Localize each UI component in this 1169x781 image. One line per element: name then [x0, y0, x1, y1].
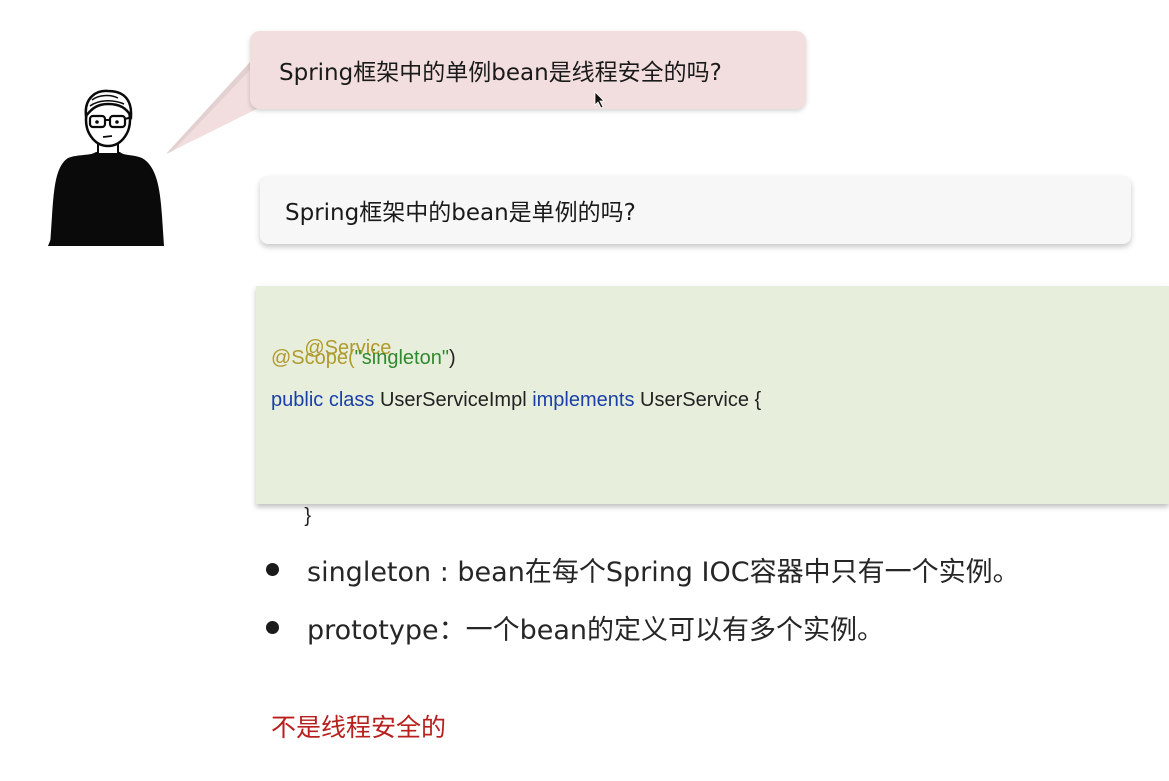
bullet-prototype-text: prototype：一个bean的定义可以有多个实例。: [307, 614, 884, 646]
code-class-name: UserServiceImpl: [374, 389, 533, 411]
mouse-pointer-icon: [594, 91, 605, 109]
bullet-dot-icon: [266, 620, 279, 634]
question-text: Spring框架中的单例bean是线程安全的吗?: [279, 60, 722, 86]
code-annotation-scope: @Scope(: [271, 347, 355, 369]
code-block: @Service @Scope("singleton") public clas…: [256, 286, 1169, 527]
code-paren-close: ): [448, 347, 456, 369]
bullet-singleton: singleton : bean在每个Spring IOC容器中只有一个实例。: [266, 540, 1146, 598]
bullet-singleton-text: singleton : bean在每个Spring IOC容器中只有一个实例。: [307, 556, 1020, 588]
code-line-2: @Scope("singleton"): [271, 342, 1169, 384]
bullet-dot-icon: [266, 562, 279, 576]
code-interface-name: UserService {: [634, 389, 762, 411]
bullet-prototype: prototype：一个bean的定义可以有多个实例。: [266, 598, 1146, 656]
sub-question-text: Spring框架中的bean是单例的吗?: [285, 200, 636, 226]
code-string-singleton: "singleton": [354, 347, 449, 369]
question-bubble: Spring框架中的单例bean是线程安全的吗?: [250, 31, 806, 109]
code-keyword-public-class: public class: [271, 389, 375, 411]
code-keyword-implements: implements: [532, 389, 635, 411]
conclusion-text: 不是线程安全的: [271, 713, 447, 742]
code-line-3: public class UserServiceImpl implements …: [271, 384, 1169, 426]
sub-question-box: Spring框架中的bean是单例的吗?: [260, 176, 1131, 244]
person-avatar-icon: [48, 89, 164, 246]
code-line-5: }: [271, 468, 1169, 527]
code-line-1: @Service: [271, 300, 1169, 359]
slide: Spring框架中的单例bean是线程安全的吗? Spring框架中的bean是…: [0, 0, 1169, 781]
code-brace-close: }: [304, 505, 312, 527]
scope-bullet-list: singleton : bean在每个Spring IOC容器中只有一个实例。 …: [266, 540, 1146, 656]
